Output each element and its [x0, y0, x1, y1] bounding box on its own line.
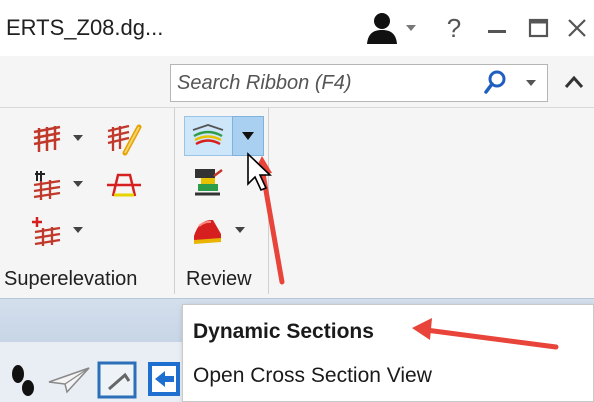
maximize-button[interactable] [524, 12, 554, 44]
chevron-down-icon [73, 227, 83, 233]
terrain-model-button[interactable] [190, 212, 226, 248]
search-options-dropdown[interactable] [519, 71, 543, 95]
search-icon [484, 70, 506, 94]
help-button[interactable]: ? [440, 12, 468, 44]
minimize-icon [488, 30, 506, 33]
chevron-down-icon [406, 25, 416, 31]
superelevation-create-icon [32, 217, 61, 246]
minimize-button[interactable] [482, 12, 512, 44]
user-icon [367, 13, 397, 44]
footprints-icon [12, 365, 34, 396]
superelevation-create-button[interactable] [30, 214, 64, 248]
superelevation-transition-button[interactable] [104, 166, 144, 204]
fly-tool-button[interactable] [46, 360, 92, 398]
chevron-down-icon [73, 135, 83, 141]
dynamic-sections-menu: Dynamic Sections Open Cross Section View [182, 304, 594, 402]
title-bar: ERTS_Z08.dg... ? [0, 0, 594, 56]
group-label-superelevation: Superelevation [4, 268, 138, 290]
superelevation-lanes-icon [33, 171, 61, 200]
arrow-left-icon [148, 362, 180, 396]
maximize-icon [528, 18, 549, 38]
close-button[interactable] [562, 12, 592, 44]
collapse-ribbon-button[interactable] [560, 68, 588, 96]
view-window-icon [97, 361, 137, 399]
group-divider [174, 108, 175, 294]
superelevation-section-dropdown[interactable] [70, 130, 86, 146]
close-icon [568, 19, 586, 37]
paper-plane-icon [48, 367, 90, 394]
superelevation-grid-icon [33, 125, 61, 152]
dynamic-sections-dropdown-arrow[interactable] [232, 116, 264, 156]
menu-item-label: Open Cross Section View [193, 364, 432, 387]
group-label-review: Review [186, 268, 252, 290]
cross-section-view-button[interactable] [190, 164, 226, 200]
superelevation-lanes-button[interactable] [30, 168, 64, 202]
user-account-button[interactable] [362, 12, 402, 44]
chevron-down-icon [242, 132, 254, 140]
menu-item-label: Dynamic Sections [193, 320, 374, 343]
chevron-down-icon [235, 227, 245, 233]
user-menu-dropdown[interactable] [402, 12, 420, 44]
chevron-up-icon [564, 75, 584, 88]
dynamic-sections-icon [192, 124, 224, 146]
superelevation-transition-icon [107, 173, 141, 197]
superelevation-section-button[interactable] [30, 122, 64, 156]
terrain-model-icon [194, 219, 221, 244]
superelevation-lanes-dropdown[interactable] [70, 176, 86, 192]
terrain-model-dropdown[interactable] [232, 222, 248, 238]
view-window-button[interactable] [94, 358, 140, 400]
document-title: ERTS_Z08.dg... [6, 15, 164, 40]
menu-item-open-cross-section-view[interactable]: Open Cross Section View [183, 353, 594, 399]
ribbon-panel: Superelevation Review [0, 108, 594, 298]
dynamic-sections-button[interactable] [188, 120, 228, 152]
superelevation-edit-icon [107, 124, 142, 156]
walk-tool-button[interactable] [6, 360, 40, 398]
menu-item-dynamic-sections[interactable]: Dynamic Sections [183, 309, 594, 355]
cross-section-view-icon [195, 169, 223, 196]
chevron-down-icon [526, 80, 536, 86]
superelevation-create-dropdown[interactable] [70, 222, 86, 238]
chevron-down-icon [73, 181, 83, 187]
superelevation-edit-button[interactable] [104, 120, 144, 158]
search-button[interactable] [481, 69, 509, 97]
search-ribbon-box [170, 64, 548, 102]
search-row [0, 56, 594, 108]
previous-view-button[interactable] [146, 358, 182, 400]
search-ribbon-input[interactable] [177, 65, 467, 101]
group-divider [268, 108, 269, 294]
